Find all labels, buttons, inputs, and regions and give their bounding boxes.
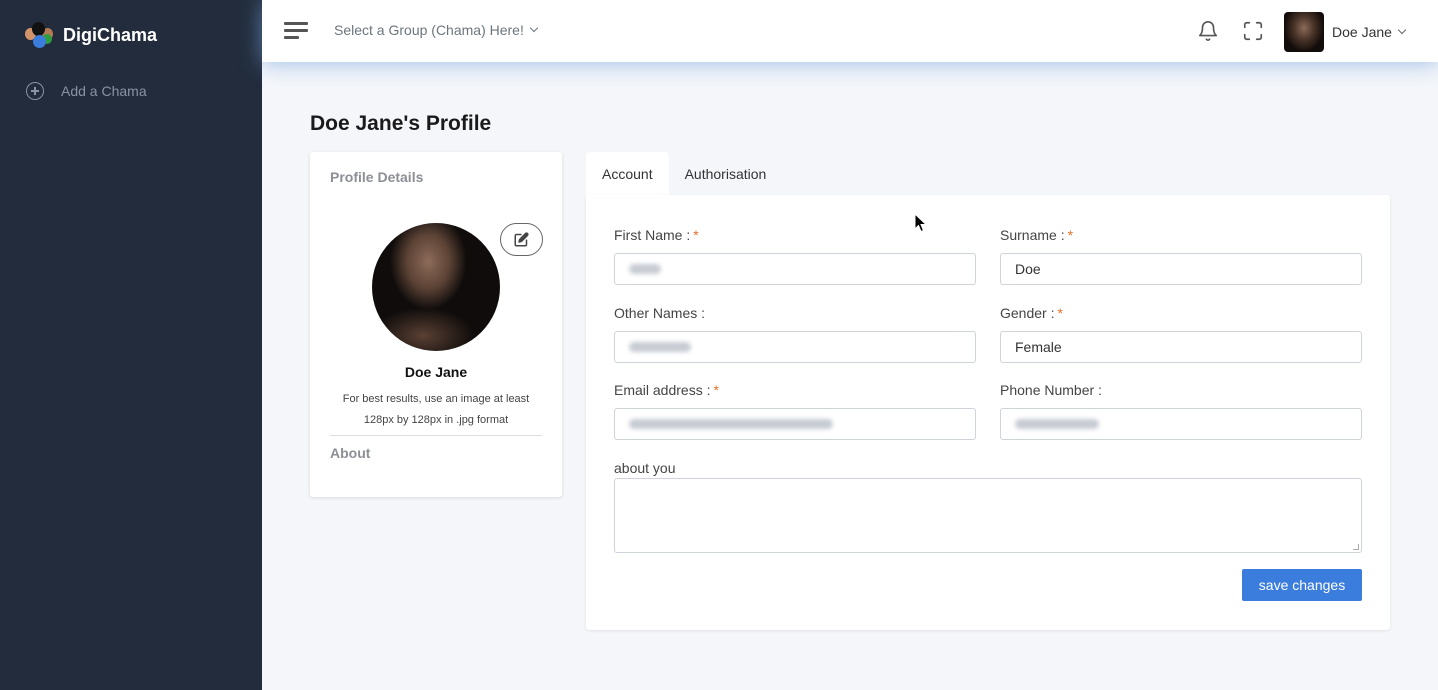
user-name: Doe Jane: [1332, 24, 1392, 40]
redacted-value: [629, 264, 661, 274]
photo-hint-line1: For best results, use an image at least: [342, 393, 530, 405]
group-select-dropdown[interactable]: Select a Group (Chama) Here!: [334, 22, 539, 38]
user-menu[interactable]: Doe Jane: [1284, 12, 1407, 52]
bell-icon[interactable]: [1197, 20, 1219, 42]
divider: [330, 435, 542, 436]
avatar: [1284, 12, 1324, 52]
first-name-label: First Name : *: [614, 227, 699, 243]
surname-label: Surname : *: [1000, 227, 1074, 243]
tab-account[interactable]: Account: [586, 152, 669, 195]
tab-authorisation[interactable]: Authorisation: [669, 152, 783, 195]
required-marker: *: [1057, 305, 1063, 321]
resize-handle[interactable]: [1353, 544, 1359, 550]
chevron-down-icon: [1397, 25, 1407, 35]
plus-circle-icon: [26, 82, 44, 100]
about-textarea[interactable]: [614, 478, 1362, 553]
profile-name: Doe Jane: [404, 364, 468, 380]
hamburger-icon[interactable]: [284, 22, 308, 40]
profile-details-header: Profile Details: [330, 169, 424, 185]
email-label: Email address : *: [614, 382, 719, 398]
first-name-field[interactable]: [614, 253, 976, 285]
account-form: First Name : * Surname : * Doe Other Names…: [586, 195, 1390, 630]
page-title: Doe Jane's Profile: [310, 112, 492, 135]
surname-field[interactable]: Doe: [1000, 253, 1362, 285]
photo-hint-line2: 128px by 128px in .jpg format: [363, 414, 509, 426]
about-label: about you: [614, 460, 676, 476]
profile-tabs: Account Authorisation: [586, 152, 782, 195]
required-marker: *: [1067, 227, 1074, 243]
brand[interactable]: DigiChama: [25, 22, 157, 48]
save-button[interactable]: save changes: [1242, 569, 1362, 601]
fullscreen-icon[interactable]: [1242, 20, 1264, 42]
about-header: About: [330, 445, 371, 461]
redacted-value: [629, 419, 833, 429]
gender-label: Gender : *: [1000, 305, 1063, 321]
gender-field[interactable]: Female: [1000, 331, 1362, 363]
brand-name: DigiChama: [63, 24, 158, 45]
group-select-label: Select a Group (Chama) Here!: [334, 22, 524, 38]
brand-logo-icon: [25, 22, 55, 48]
profile-photo: [372, 223, 500, 351]
chevron-down-icon: [529, 23, 539, 33]
redacted-value: [629, 342, 691, 352]
phone-label: Phone Number :: [1000, 382, 1102, 398]
email-field[interactable]: [614, 408, 976, 440]
phone-field[interactable]: [1000, 408, 1362, 440]
other-names-label: Other Names :: [614, 305, 706, 321]
redacted-value: [1015, 419, 1099, 429]
sidebar: DigiChama Add a Chama: [0, 0, 262, 690]
other-names-field[interactable]: [614, 331, 976, 363]
sidebar-item-label: Add a Chama: [61, 83, 147, 99]
edit-icon: [514, 232, 529, 247]
required-marker: *: [713, 382, 719, 398]
profile-details-card: Profile Details Doe Jane For best result…: [310, 152, 562, 497]
photo-hint: For best results, use an image at least …: [310, 389, 562, 431]
topbar: Select a Group (Chama) Here! Doe Jane: [262, 0, 1438, 62]
required-marker: *: [693, 227, 699, 243]
sidebar-item-add-chama[interactable]: Add a Chama: [26, 82, 147, 100]
edit-photo-button[interactable]: [500, 223, 543, 256]
mouse-cursor-icon: [914, 213, 928, 233]
